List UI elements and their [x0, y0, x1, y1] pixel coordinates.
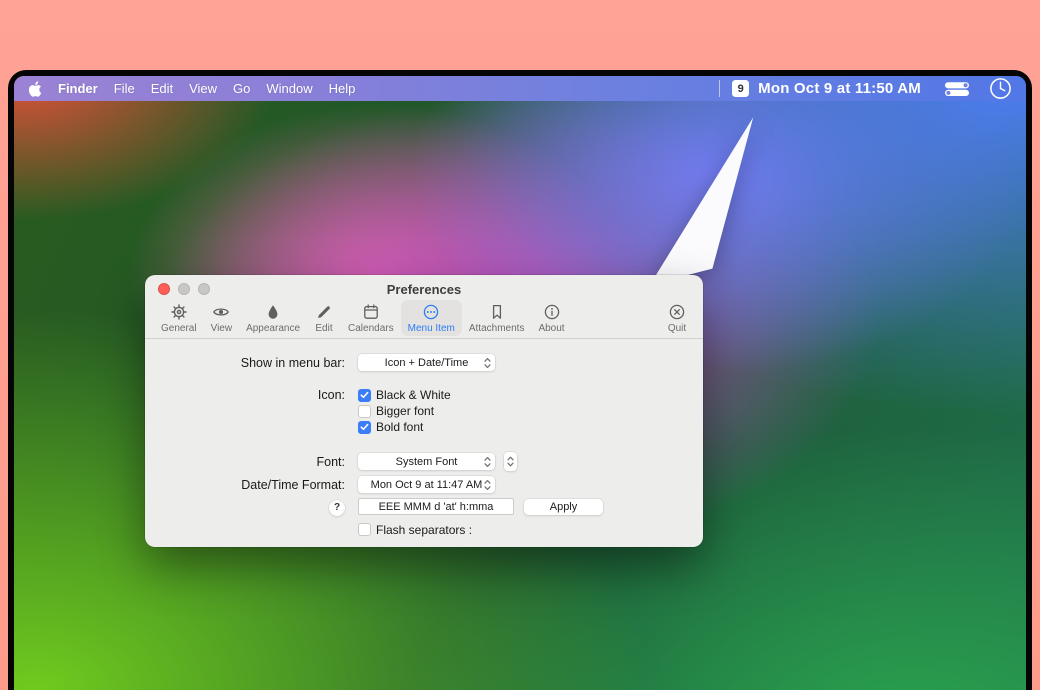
menu-item-finder[interactable]: Finder — [58, 81, 98, 96]
toolbar-item-edit[interactable]: Edit — [307, 300, 341, 336]
checkbox-bold-font[interactable]: Bold font — [358, 419, 451, 435]
datetime-format-row: Date/Time Format: Mon Oct 9 at 11:47 AM — [145, 476, 703, 493]
minimize-button[interactable] — [178, 283, 190, 295]
toolbar-item-appearance[interactable]: Appearance — [239, 300, 307, 336]
menu-item-file[interactable]: File — [114, 81, 135, 96]
popover-arrow — [644, 112, 764, 292]
toolbar-item-label: General — [161, 323, 197, 334]
preferences-content: Show in menu bar: Icon + Date/Time Icon: — [145, 354, 703, 538]
calendar-day-icon[interactable]: 9 — [732, 80, 749, 97]
clock-icon[interactable] — [989, 77, 1012, 100]
checkbox-box[interactable] — [358, 405, 371, 418]
icon-group-label: Icon: — [145, 387, 345, 403]
apply-button[interactable]: Apply — [524, 499, 603, 515]
droplet-icon — [264, 303, 282, 322]
font-label: Font: — [145, 454, 345, 470]
checkbox-flash-separators[interactable]: Flash separators : — [358, 522, 472, 538]
eye-icon — [212, 303, 230, 322]
help-button[interactable]: ? — [329, 500, 345, 516]
toolbar-item-label: Quit — [668, 323, 686, 334]
select-value: Mon Oct 9 at 11:47 AM — [371, 479, 483, 491]
checkbox-label: Black & White — [376, 388, 451, 402]
toolbar-item-attachments[interactable]: Attachments — [462, 300, 532, 336]
menu-item-window[interactable]: Window — [266, 81, 312, 96]
font-row: Font: System Font — [145, 452, 703, 471]
toolbar-item-general[interactable]: General — [154, 300, 204, 336]
preferences-window: Preferences General — [145, 275, 703, 547]
flash-separators-row: Flash separators : — [145, 522, 703, 538]
control-center-icon[interactable] — [944, 81, 970, 97]
menu-item-go[interactable]: Go — [233, 81, 250, 96]
menu-item-edit[interactable]: Edit — [151, 81, 173, 96]
menubar-divider — [719, 80, 720, 97]
show-in-menu-bar-select[interactable]: Icon + Date/Time — [358, 354, 495, 371]
ellipsis-circle-icon — [422, 303, 440, 322]
checkbox-label: Bigger font — [376, 404, 434, 418]
toolbar-item-label: Appearance — [246, 323, 300, 334]
titlebar: Preferences — [145, 275, 703, 297]
window-title: Preferences — [145, 275, 703, 297]
checkbox-box[interactable] — [358, 421, 371, 434]
toolbar-item-label: About — [538, 323, 564, 334]
checkbox-box[interactable] — [358, 389, 371, 402]
pencil-icon — [315, 303, 333, 322]
show-in-menu-bar-row: Show in menu bar: Icon + Date/Time — [145, 354, 703, 371]
toolbar-item-label: Menu Item — [408, 323, 455, 334]
checkbox-bigger-font[interactable]: Bigger font — [358, 403, 451, 419]
check-icon — [360, 391, 369, 399]
select-value: System Font — [396, 456, 458, 468]
show-in-menu-bar-label: Show in menu bar: — [145, 355, 345, 371]
icon-options-row: Icon: Black & White Bigger f — [145, 387, 703, 435]
format-input[interactable] — [358, 498, 514, 515]
chevron-updown-icon — [484, 479, 491, 491]
toolbar-item-about[interactable]: About — [531, 300, 571, 336]
select-value: Icon + Date/Time — [385, 357, 469, 369]
toolbar-item-menu-item[interactable]: Menu Item — [401, 300, 462, 336]
font-size-stepper[interactable] — [504, 452, 517, 471]
toolbar-item-calendars[interactable]: Calendars — [341, 300, 401, 336]
toolbar-item-label: Attachments — [469, 323, 525, 334]
bookmark-icon — [488, 303, 506, 322]
popover-arrow-shape — [644, 112, 764, 292]
desktop-wallpaper: Finder File Edit View Go Window Help 9 M… — [14, 76, 1026, 690]
preferences-toolbar: General View — [145, 297, 703, 339]
chevron-updown-icon — [484, 456, 491, 468]
menu-bar: Finder File Edit View Go Window Help 9 M… — [14, 76, 1026, 101]
toolbar-item-quit[interactable]: Quit — [660, 300, 694, 336]
apple-icon[interactable] — [28, 81, 42, 97]
zoom-button[interactable] — [198, 283, 210, 295]
custom-format-row: ? Apply — [145, 498, 703, 516]
font-select[interactable]: System Font — [358, 453, 495, 470]
datetime-format-select[interactable]: Mon Oct 9 at 11:47 AM — [358, 476, 495, 493]
toolbar-item-label: Calendars — [348, 323, 394, 334]
toolbar-item-view[interactable]: View — [204, 300, 240, 336]
gear-icon — [170, 303, 188, 322]
toolbar-item-label: View — [211, 323, 233, 334]
menubar-datetime[interactable]: Mon Oct 9 at 11:50 AM — [758, 80, 921, 97]
checkbox-label: Bold font — [376, 420, 423, 434]
toolbar-item-label: Edit — [315, 323, 332, 334]
checkbox-label: Flash separators : — [376, 523, 472, 537]
checkbox-box[interactable] — [358, 523, 371, 536]
check-icon — [360, 423, 369, 431]
menu-item-view[interactable]: View — [189, 81, 217, 96]
quit-x-icon — [668, 303, 686, 322]
menu-item-help[interactable]: Help — [329, 81, 356, 96]
checkbox-black-and-white[interactable]: Black & White — [358, 387, 451, 403]
calendar-icon — [362, 303, 380, 322]
datetime-format-label: Date/Time Format: — [145, 477, 345, 493]
screen-frame: Finder File Edit View Go Window Help 9 M… — [8, 70, 1032, 690]
chevron-updown-icon — [484, 357, 491, 369]
close-button[interactable] — [158, 283, 170, 295]
info-icon — [543, 303, 561, 322]
